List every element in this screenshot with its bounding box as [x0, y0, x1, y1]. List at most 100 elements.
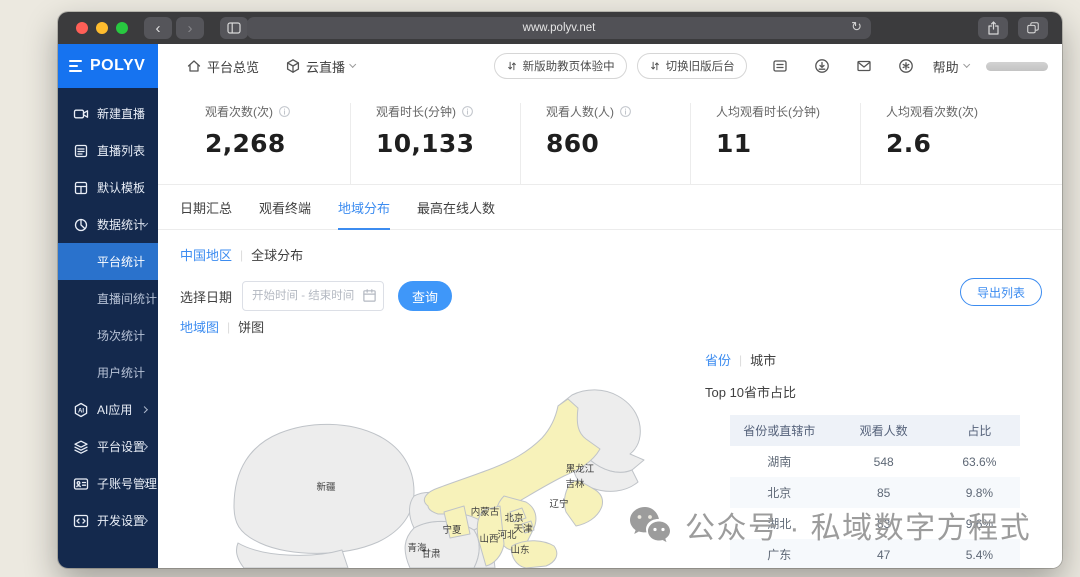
- minimize-icon[interactable]: [96, 22, 108, 34]
- map-label: 吉林: [565, 478, 585, 490]
- header-nav: 平台总览 云直播: [186, 57, 355, 76]
- view-link[interactable]: 饼图: [238, 317, 264, 336]
- polyv-logo: POLYV: [90, 57, 145, 75]
- map-label: 新疆: [316, 481, 336, 493]
- code-icon: [73, 513, 89, 529]
- browser-back-button[interactable]: ‹: [144, 17, 172, 39]
- region-link[interactable]: 全球分布: [251, 245, 303, 264]
- mail-icon[interactable]: [856, 58, 872, 74]
- geo-cell: 47: [829, 548, 939, 562]
- scope-link[interactable]: 省份: [705, 350, 731, 369]
- sidebar-item[interactable]: AI AI应用: [58, 391, 158, 428]
- info-icon[interactable]: [278, 105, 291, 118]
- url-bar[interactable]: www.polyv.net ↻: [247, 17, 871, 39]
- table-row[interactable]: 广东475.4%: [730, 539, 1020, 568]
- sidebar-item-label: 开发设置: [97, 512, 145, 529]
- svg-text:AI: AI: [78, 408, 84, 414]
- geo-cell: 63.6%: [939, 455, 1020, 469]
- stat-label-text: 观看时长(分钟): [376, 103, 456, 120]
- stats-tabs: 日期汇总观看终端地域分布最高在线人数: [158, 185, 1062, 230]
- header-icons: [766, 58, 914, 74]
- sidebar-item[interactable]: 新建直播: [58, 95, 158, 132]
- stat-label-text: 观看次数(次): [205, 103, 273, 120]
- geo-cell: 5.4%: [939, 548, 1020, 562]
- region-link[interactable]: 中国地区: [180, 245, 232, 264]
- service-icon[interactable]: [898, 58, 914, 74]
- sidebar-subitem[interactable]: 场次统计: [58, 317, 158, 354]
- account-name-redacted[interactable]: [986, 62, 1048, 71]
- geo-cell: 85: [829, 486, 939, 500]
- tab-overview-icon[interactable]: [1018, 17, 1048, 39]
- sidebar-toggle-icon[interactable]: [220, 17, 248, 39]
- browser-forward-button[interactable]: ›: [176, 17, 204, 39]
- export-list-button[interactable]: 导出列表: [960, 278, 1042, 306]
- tab-active[interactable]: 地域分布: [338, 185, 390, 229]
- sidebar-subitem[interactable]: 用户统计: [58, 354, 158, 391]
- reload-icon[interactable]: ↻: [851, 19, 862, 35]
- stat-label: 人均观看次数(次): [886, 103, 1030, 120]
- stat-label: 观看次数(次): [205, 103, 350, 120]
- tab-item[interactable]: 最高在线人数: [417, 185, 495, 229]
- nav-label: 平台总览: [207, 57, 259, 76]
- tab-item[interactable]: 日期汇总: [180, 185, 232, 229]
- share-icon[interactable]: [978, 17, 1008, 39]
- sidebar-item[interactable]: 默认模板: [58, 169, 158, 206]
- nav-cloud-live[interactable]: 云直播: [285, 57, 355, 76]
- query-button[interactable]: 查询: [398, 281, 452, 311]
- view-link[interactable]: 地域图: [180, 317, 219, 336]
- template-icon: [73, 180, 89, 196]
- china-map: 新疆黑龙江吉林辽宁内蒙古北京天津宁夏山西河北山东青海甘肃: [174, 346, 698, 568]
- message-icon[interactable]: [772, 58, 788, 74]
- fullscreen-icon[interactable]: [116, 22, 128, 34]
- table-row[interactable]: 湖北839.6%: [730, 508, 1020, 539]
- logo-block[interactable]: POLYV: [58, 44, 158, 88]
- sidebar-item-label: AI应用: [97, 401, 132, 418]
- pill-label: 新版助教页体验中: [523, 58, 615, 74]
- chevron-right-icon: [141, 406, 149, 414]
- geo-table-rows: 湖南54863.6%北京859.8%湖北839.6%广东475.4%: [730, 446, 1020, 568]
- sidebar-item[interactable]: 平台设置: [58, 428, 158, 465]
- info-icon[interactable]: [461, 105, 474, 118]
- sidebar-item-label: 新建直播: [97, 105, 145, 122]
- calendar-icon: [362, 288, 377, 303]
- sidebar-item[interactable]: 数据统计: [58, 206, 158, 243]
- date-range-box: [242, 281, 384, 311]
- scope-link[interactable]: 城市: [750, 350, 776, 369]
- geo-cell: 广东: [730, 546, 829, 563]
- header-pill-button[interactable]: 新版助教页体验中: [494, 53, 627, 79]
- stat-value: 860: [546, 129, 690, 158]
- chevron-down-icon: [349, 61, 357, 69]
- sidebar-subitem[interactable]: 直播间统计: [58, 280, 158, 317]
- stat-card: 观看时长(分钟)10,133: [350, 103, 520, 184]
- table-row[interactable]: 湖南54863.6%: [730, 446, 1020, 477]
- nav-platform-overview[interactable]: 平台总览: [186, 57, 259, 76]
- stat-label-text: 人均观看时长(分钟): [716, 103, 820, 120]
- header-pill-button[interactable]: 切换旧版后台: [637, 53, 747, 79]
- help-menu[interactable]: 帮助: [933, 57, 969, 76]
- geo-col-header: 占比: [939, 422, 1020, 439]
- sidebar-item[interactable]: 直播列表: [58, 132, 158, 169]
- geo-col-header: 观看人数: [829, 422, 939, 439]
- sidebar-item[interactable]: 子账号管理: [58, 465, 158, 502]
- app-header: POLYV 平台总览 云直播 新版助教页体验中 切换旧版后台 帮助: [58, 44, 1062, 88]
- map-label: 宁夏: [442, 524, 462, 536]
- download-icon[interactable]: [814, 58, 830, 74]
- close-icon[interactable]: [76, 22, 88, 34]
- sidebar-item[interactable]: 开发设置: [58, 502, 158, 539]
- menu-collapse-icon[interactable]: [69, 60, 82, 72]
- map-label: 山东: [510, 544, 529, 556]
- info-icon[interactable]: [619, 105, 632, 118]
- tab-item[interactable]: 观看终端: [259, 185, 311, 229]
- stat-value: 2.6: [886, 129, 1030, 158]
- geo-cell: 548: [829, 455, 939, 469]
- date-filter-label: 选择日期: [180, 287, 232, 306]
- stat-label: 人均观看时长(分钟): [716, 103, 860, 120]
- sidebar-item-label: 直播列表: [97, 142, 145, 159]
- date-filter-row: 选择日期 查询: [180, 281, 452, 311]
- sidebar-subitem[interactable]: 平台统计: [58, 243, 158, 280]
- sidebar-subitem-label: 场次统计: [97, 327, 145, 344]
- url-text: www.polyv.net: [523, 22, 596, 34]
- table-row[interactable]: 北京859.8%: [730, 477, 1020, 508]
- ai-icon: AI: [73, 402, 89, 418]
- top10-subtitle: Top 10省市占比: [705, 382, 796, 401]
